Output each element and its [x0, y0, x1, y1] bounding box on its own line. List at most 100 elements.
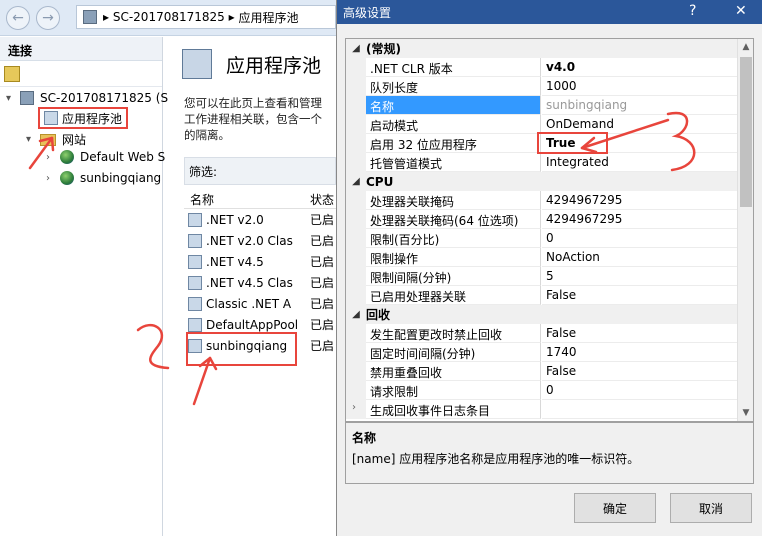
- property-description: 名称 [name] 应用程序池名称是应用程序池的唯一标识符。: [345, 422, 754, 484]
- pool-name: .NET v2.0: [206, 212, 264, 227]
- category-cpu[interactable]: ◢ CPU: [346, 172, 739, 191]
- property-name: 启用 32 位应用程序: [366, 134, 541, 153]
- chevron-up-icon[interactable]: ▲: [738, 39, 753, 55]
- property-row[interactable]: 处理器关联掩码(64 位选项) 4294967295: [346, 210, 739, 229]
- property-row[interactable]: 固定时间间隔(分钟) 1740: [346, 343, 739, 362]
- property-row[interactable]: 启动模式 OnDemand: [346, 115, 739, 134]
- table-row[interactable]: .NET v2.0 Clas 已启: [188, 230, 336, 251]
- property-value[interactable]: v4.0: [542, 58, 739, 77]
- pool-status: 已启: [310, 213, 335, 227]
- breadcrumb-app-pools[interactable]: 应用程序池: [238, 9, 298, 26]
- help-icon[interactable]: ?: [689, 3, 696, 19]
- collapse-icon[interactable]: ◢: [346, 309, 366, 320]
- chevron-right-icon[interactable]: ›: [46, 173, 56, 184]
- row-margin: [346, 77, 366, 96]
- property-row[interactable]: 禁用重叠回收 False: [346, 362, 739, 381]
- property-value[interactable]: OnDemand: [542, 115, 739, 134]
- column-header-status[interactable]: 状态: [310, 191, 334, 208]
- property-value[interactable]: sunbingqiang: [542, 96, 739, 115]
- tree-item-sites[interactable]: ▾ 网站: [26, 131, 86, 148]
- vertical-scrollbar[interactable]: ▲ ▼: [737, 39, 753, 421]
- property-value[interactable]: 5: [542, 267, 739, 286]
- tree-item-site[interactable]: › Default Web S: [46, 150, 165, 164]
- chevron-down-icon[interactable]: ▼: [738, 405, 753, 421]
- row-margin: [346, 381, 366, 400]
- scrollbar-thumb[interactable]: [740, 57, 752, 207]
- property-grid: ◢ (常规) .NET CLR 版本 v4.0 队列长度 1000 名称 sunbingqia…: [345, 38, 754, 422]
- tree-item-site[interactable]: › sunbingqiang: [46, 171, 161, 185]
- tree-item-server[interactable]: ▾ SC-201708171825 (S: [6, 91, 168, 105]
- row-margin: [346, 134, 366, 153]
- collapse-icon[interactable]: ◢: [346, 43, 366, 54]
- property-row[interactable]: 限制(百分比) 0: [346, 229, 739, 248]
- property-name: 启动模式: [366, 115, 541, 134]
- property-row[interactable]: 启用 32 位应用程序 True: [346, 134, 739, 153]
- app-pool-icon: [188, 212, 202, 227]
- property-row[interactable]: 已启用处理器关联 False: [346, 286, 739, 305]
- property-row[interactable]: 发生配置更改时禁止回收 False: [346, 324, 739, 343]
- filter-bar[interactable]: 筛选:: [184, 157, 336, 185]
- back-button[interactable]: ←: [6, 5, 30, 30]
- property-row[interactable]: 处理器关联掩码 4294967295: [346, 191, 739, 210]
- table-row[interactable]: .NET v4.5 已启: [188, 251, 336, 272]
- property-value[interactable]: 0: [542, 229, 739, 248]
- globe-icon: [60, 150, 74, 164]
- property-value[interactable]: NoAction: [542, 248, 739, 267]
- property-value[interactable]: False: [542, 324, 739, 343]
- forward-button[interactable]: →: [36, 5, 60, 30]
- table-row[interactable]: .NET v2.0 已启: [188, 209, 336, 230]
- table-row[interactable]: sunbingqiang 已启: [188, 335, 336, 356]
- chevron-right-icon[interactable]: ›: [46, 152, 56, 163]
- cancel-button[interactable]: 取消: [670, 493, 752, 523]
- property-value[interactable]: 4294967295: [542, 191, 739, 210]
- row-margin: [346, 153, 366, 172]
- app-pools-pane: 应用程序池 您可以在此页上查看和管理 工作进程相关联，包含一个 的隔离。 筛选:…: [170, 37, 336, 536]
- row-margin: [346, 229, 366, 248]
- property-row[interactable]: › 生成回收事件日志条目: [346, 400, 739, 419]
- property-value[interactable]: 1740: [542, 343, 739, 362]
- pool-name: Classic .NET A: [206, 296, 292, 311]
- close-icon[interactable]: ✕: [735, 3, 747, 19]
- property-row[interactable]: 名称 sunbingqiang: [346, 96, 739, 115]
- description-title: 名称: [352, 431, 377, 445]
- tree-item-label: 应用程序池: [62, 111, 123, 126]
- category-general[interactable]: ◢ (常规): [346, 39, 739, 58]
- table-row[interactable]: DefaultAppPool 已启: [188, 314, 336, 335]
- row-margin: [346, 58, 366, 77]
- property-row[interactable]: 托管管道模式 Integrated: [346, 153, 739, 172]
- chevron-down-icon[interactable]: ▾: [26, 134, 36, 145]
- table-row[interactable]: Classic .NET A 已启: [188, 293, 336, 314]
- property-value[interactable]: 0: [542, 381, 739, 400]
- ok-button[interactable]: 确定: [574, 493, 656, 523]
- property-row[interactable]: 限制间隔(分钟) 5: [346, 267, 739, 286]
- column-header-name[interactable]: 名称: [190, 191, 214, 208]
- tree-item-label: sunbingqiang: [80, 171, 162, 185]
- property-row[interactable]: 队列长度 1000: [346, 77, 739, 96]
- row-margin: [346, 248, 366, 267]
- property-value[interactable]: False: [542, 286, 739, 305]
- property-value[interactable]: 1000: [542, 77, 739, 96]
- property-name: 限制操作: [366, 248, 541, 267]
- property-row[interactable]: 请求限制 0: [346, 381, 739, 400]
- description-text: [name] 应用程序池名称是应用程序池的唯一标识符。: [352, 452, 640, 466]
- property-value[interactable]: False: [542, 362, 739, 381]
- connections-header: 连接: [0, 37, 162, 61]
- chevron-right-icon[interactable]: ›: [352, 402, 356, 413]
- property-row[interactable]: 限制操作 NoAction: [346, 248, 739, 267]
- property-value[interactable]: 4294967295: [542, 210, 739, 229]
- chevron-down-icon[interactable]: ▾: [6, 93, 16, 104]
- property-value[interactable]: Integrated: [542, 153, 739, 172]
- collapse-icon[interactable]: ◢: [346, 176, 366, 187]
- address-bar[interactable]: ▸ SC-201708171825 ▸ 应用程序池: [76, 5, 336, 29]
- connect-icon[interactable]: [4, 65, 20, 82]
- property-row[interactable]: .NET CLR 版本 v4.0: [346, 58, 739, 77]
- breadcrumb-server[interactable]: SC-201708171825: [113, 10, 225, 24]
- table-row[interactable]: .NET v4.5 Clas 已启: [188, 272, 336, 293]
- tree-item-app-pools[interactable]: 应用程序池: [38, 107, 129, 129]
- property-value[interactable]: True: [542, 134, 739, 153]
- pool-name: .NET v2.0 Clas: [206, 233, 293, 248]
- row-margin: [346, 267, 366, 286]
- property-name: 限制间隔(分钟): [366, 267, 541, 286]
- property-value[interactable]: [542, 400, 739, 419]
- category-recycle[interactable]: ◢ 回收: [346, 305, 739, 324]
